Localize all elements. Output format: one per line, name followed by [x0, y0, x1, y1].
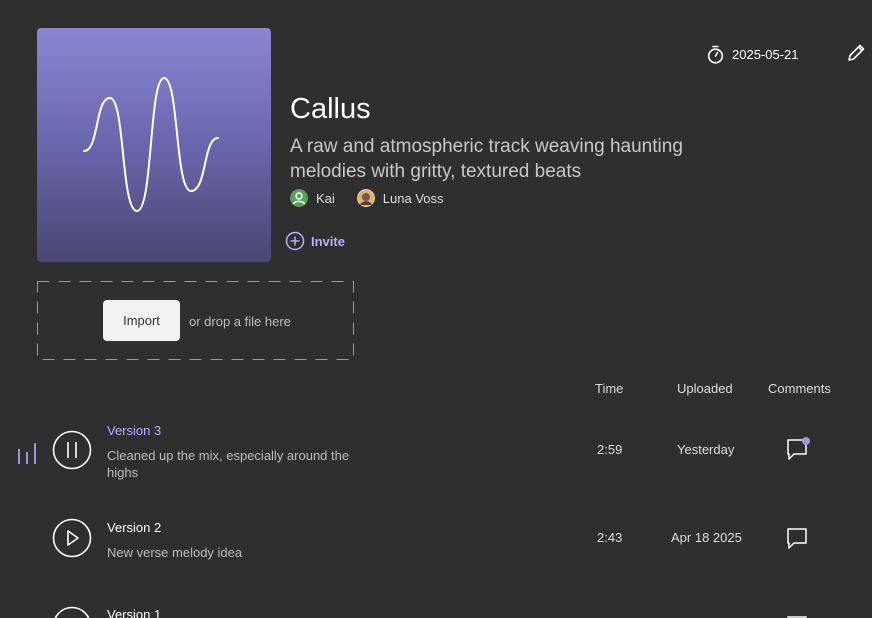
equalizer-icon: [18, 443, 36, 464]
release-date: 2025-05-21: [707, 44, 799, 64]
avatar: [290, 189, 308, 207]
version-note: New verse melody idea: [107, 545, 243, 560]
collaborator-name: Luna Voss: [382, 190, 444, 206]
waveform-icon: [83, 76, 219, 213]
pause-icon: [52, 430, 92, 470]
version-title[interactable]: Version 2: [107, 520, 161, 535]
collaborator-list: Kai Luna Voss: [290, 189, 466, 207]
collaborator-name: Kai: [316, 190, 335, 206]
pause-button[interactable]: [52, 430, 92, 470]
play-icon: [52, 518, 92, 558]
version-time: 2:43: [597, 530, 623, 545]
version-note: Cleaned up the mix, especially around th…: [107, 448, 350, 480]
comments-button[interactable]: [785, 525, 811, 551]
page-title: Callus: [290, 93, 371, 125]
version-time: 2:59: [597, 442, 623, 457]
plus-circle-icon: [285, 231, 305, 251]
edit-button[interactable]: [845, 42, 867, 64]
column-header-comments[interactable]: Comments: [768, 381, 831, 396]
avatar: [356, 189, 375, 207]
version-uploaded: Apr 18 2025: [671, 530, 742, 545]
comment-icon: [787, 616, 807, 618]
cover-art: [37, 28, 271, 262]
invite-label: Invite: [311, 233, 345, 249]
comments-button[interactable]: [785, 613, 811, 618]
stopwatch-icon: [707, 45, 724, 64]
play-icon: [54, 606, 90, 618]
drop-hint: or drop a file here: [189, 314, 291, 329]
import-button[interactable]: Import: [103, 300, 180, 341]
pencil-icon: [848, 44, 865, 61]
collaborator[interactable]: Kai: [290, 189, 335, 207]
column-header-time[interactable]: Time: [595, 381, 623, 396]
comment-icon: [787, 437, 810, 460]
comment-icon: [787, 528, 807, 549]
track-description: A raw and atmospheric track weaving haun…: [290, 136, 683, 182]
version-title[interactable]: Version 3: [107, 423, 161, 438]
collaborator[interactable]: Luna Voss: [356, 189, 444, 207]
column-header-uploaded[interactable]: Uploaded: [677, 381, 733, 396]
comments-button[interactable]: [785, 436, 811, 462]
version-uploaded: Yesterday: [677, 442, 735, 457]
invite-button[interactable]: Invite: [285, 231, 345, 251]
version-title[interactable]: Version 1: [107, 607, 161, 618]
date-label: 2025-05-21: [732, 46, 799, 62]
play-button[interactable]: [52, 606, 92, 618]
play-button[interactable]: [52, 518, 92, 558]
